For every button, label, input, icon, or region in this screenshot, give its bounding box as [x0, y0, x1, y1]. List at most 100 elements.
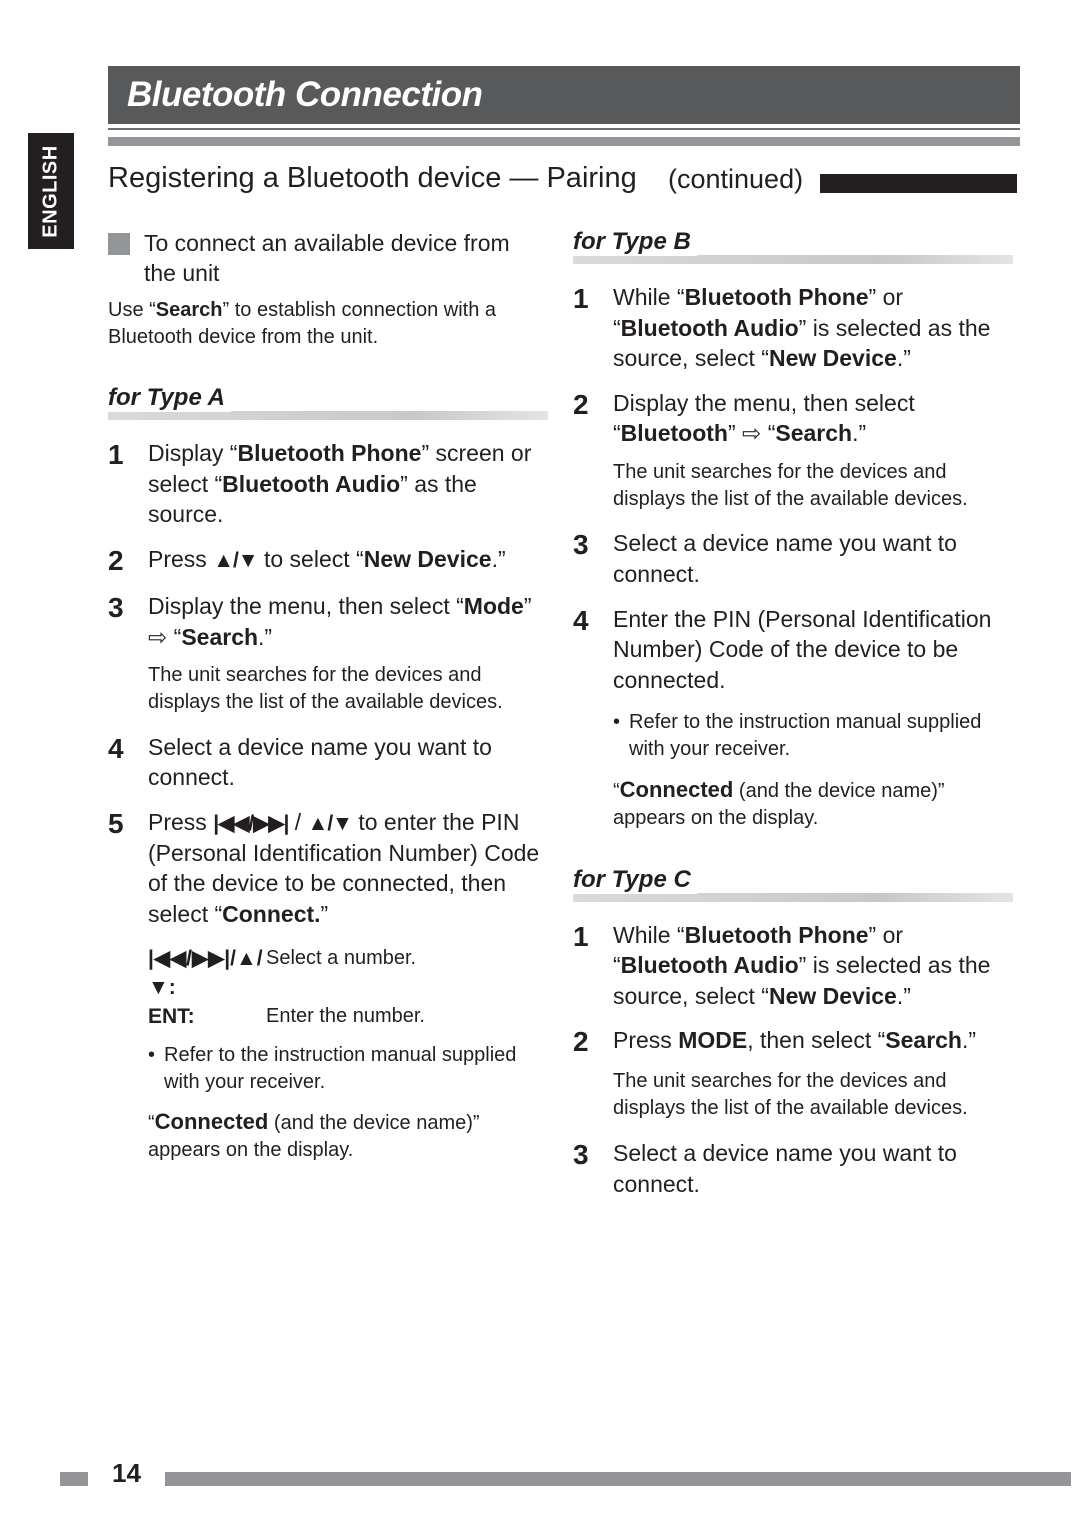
- step-number: 1: [573, 920, 589, 952]
- bullet-text: Refer to the instruction manual supplied…: [164, 1043, 517, 1093]
- step-fragment: Select a device name you want to connect…: [613, 530, 957, 588]
- step-item: 3 Display the menu, then select “Mode” ⇨ …: [108, 591, 548, 652]
- result-open-quote-b: “: [613, 779, 620, 802]
- step-emphasis: New Device: [363, 546, 492, 573]
- step-fragment: Press: [148, 546, 214, 573]
- bullet-item: • Refer to the instruction manual supplie…: [613, 709, 1013, 763]
- step-emphasis: Bluetooth Audio: [620, 314, 799, 341]
- section-black-bar: [820, 174, 1017, 193]
- step-emphasis: New Device: [768, 345, 897, 372]
- step-text: Press |◀◀/▶▶| / ▲/▼ to enter the PIN (Pe…: [148, 807, 548, 930]
- language-tab: ENGLISH: [28, 133, 74, 249]
- bullet-dot-icon: •: [148, 1043, 156, 1066]
- section-heading: Registering a Bluetooth device — Pairing…: [108, 162, 1020, 202]
- page-number: 14: [112, 1458, 141, 1488]
- step-note: The unit searches for the devices and di…: [613, 460, 968, 510]
- type-b-bullets: • Refer to the instruction manual supplie…: [613, 709, 1013, 763]
- result-open-quote: “: [148, 1112, 155, 1135]
- step-emphasis: MODE: [678, 1027, 748, 1054]
- type-a-label-text: for Type A: [108, 384, 231, 413]
- key-legend-value: Enter the number.: [266, 1005, 425, 1028]
- step-item: 2 Press MODE, then select “Search.”: [573, 1025, 1013, 1058]
- subsection-intro: Use “Search” to establish connection wit…: [108, 297, 548, 351]
- step-emphasis: Bluetooth Phone: [237, 440, 422, 467]
- step-item: 2 Press ▲/▼ to select “New Device.”: [108, 544, 548, 577]
- step-item: 1 While “Bluetooth Phone” or “Bluetooth A…: [573, 920, 1013, 1012]
- step-number: 5: [108, 807, 124, 839]
- step-item: 3 Select a device name you want to connec…: [573, 528, 1013, 589]
- step-item: 3 Select a device name you want to connec…: [573, 1138, 1013, 1199]
- step-fragment: Select a device name you want to connect…: [148, 733, 492, 791]
- step-fragment: While “: [613, 921, 685, 948]
- step-text: Enter the PIN (Personal Identification N…: [613, 604, 1013, 696]
- footer-bar: [165, 1472, 1071, 1486]
- step-text: Display the menu, then select “Mode” ⇨ “…: [148, 591, 548, 652]
- step-text: While “Bluetooth Phone” or “Bluetooth Au…: [613, 920, 1013, 1012]
- step-fragment: Enter the PIN (Personal Identification N…: [613, 605, 992, 693]
- result-bold-term-b: Connected: [619, 776, 734, 802]
- step-emphasis: Connect.: [222, 901, 321, 928]
- step-text: Press ▲/▼ to select “New Device.”: [148, 544, 548, 575]
- step-item: 2 Display the menu, then select “Bluetoot…: [573, 388, 1013, 449]
- type-a-label-bar: [108, 411, 548, 421]
- step-note: The unit searches for the devices and di…: [148, 664, 503, 714]
- bullet-text: Refer to the instruction manual supplied…: [629, 711, 982, 761]
- type-c-label-bar: [573, 892, 1013, 902]
- step-item: 1 Display “Bluetooth Phone” screen or sel…: [108, 438, 548, 530]
- step-item: 5 Press |◀◀/▶▶| / ▲/▼ to enter the PIN (P…: [108, 807, 548, 930]
- step-emphasis: Search: [181, 623, 259, 650]
- type-b-label-bar: [573, 255, 1013, 264]
- step-text: Display the menu, then select “Bluetooth…: [613, 388, 1013, 449]
- intro-bold-term: Search: [155, 298, 223, 321]
- chapter-title-band: Bluetooth Connection: [108, 66, 1020, 124]
- step-emphasis: Search: [775, 420, 853, 447]
- step-emphasis: Bluetooth Audio: [620, 952, 799, 979]
- bullet-dot-icon: •: [613, 711, 621, 734]
- step-fragment: .”: [896, 345, 911, 372]
- section-title: Registering a Bluetooth device — Pairing: [108, 162, 637, 194]
- step-number: 2: [108, 545, 124, 577]
- step-emphasis: New Device: [768, 982, 897, 1009]
- type-b-label-text: for Type B: [573, 228, 697, 256]
- continued-label: (continued): [668, 164, 804, 194]
- step-item: 4 Select a device name you want to connec…: [108, 732, 548, 793]
- bullet-item: • Refer to the instruction manual supplie…: [148, 1042, 548, 1096]
- step-emphasis: Bluetooth Phone: [684, 284, 869, 310]
- step-fragment: .”: [896, 982, 911, 1009]
- step-fragment: .”: [258, 623, 273, 650]
- step-number: 2: [573, 1026, 589, 1058]
- step-text: Select a device name you want to connect…: [613, 528, 1013, 589]
- type-a-label: for Type A: [108, 384, 548, 421]
- step-item: 4 Enter the PIN (Personal Identification …: [573, 604, 1013, 696]
- step-fragment: Press: [613, 1027, 679, 1054]
- key-legend-row: ENT: Enter the number.: [148, 1002, 425, 1031]
- key-legend-key: |◀◀/▶▶|/▲/▼:: [148, 946, 263, 1000]
- step-fragment: Display “: [148, 440, 238, 467]
- step-number: 1: [108, 439, 124, 471]
- step-emphasis: Mode: [463, 593, 524, 620]
- header-rule-thin: [108, 128, 1020, 130]
- right-column: for Type B 1 While “Bluetooth Phone” or “…: [573, 228, 1013, 1213]
- step-note: The unit searches for the devices and di…: [613, 1070, 968, 1120]
- step-emphasis: Bluetooth: [620, 420, 728, 447]
- step-emphasis: Bluetooth Phone: [684, 921, 869, 948]
- step-fragment: Display the menu, then select “: [148, 593, 464, 620]
- step-text: Select a device name you want to connect…: [148, 732, 548, 793]
- type-b-result: “Connected (and the device name)” appear…: [613, 775, 1013, 832]
- step-number: 4: [108, 732, 124, 764]
- page-content: Bluetooth Connection Registering a Bluet…: [108, 0, 1020, 1528]
- step-text: Display “Bluetooth Phone” screen or sele…: [148, 438, 548, 530]
- chapter-title: Bluetooth Connection: [127, 75, 483, 114]
- step-text: Press MODE, then select “Search.”: [613, 1025, 1013, 1056]
- left-column: To connect an available device from the …: [108, 228, 548, 1164]
- language-tab-label: ENGLISH: [39, 144, 62, 238]
- type-b-label: for Type B: [573, 228, 1013, 264]
- step-emphasis: ▲/▼: [307, 811, 353, 835]
- key-legend-row: |◀◀/▶▶|/▲/▼: Select a number.: [148, 944, 425, 1003]
- key-legend-key: ENT:: [148, 1005, 195, 1029]
- intro-prefix: Use “: [108, 298, 156, 321]
- type-a-steps: 1 Display “Bluetooth Phone” screen or sel…: [108, 438, 548, 929]
- step-text: Select a device name you want to connect…: [613, 1138, 1013, 1199]
- step-fragment: ”: [320, 901, 329, 928]
- step-emphasis: Bluetooth Audio: [222, 470, 401, 497]
